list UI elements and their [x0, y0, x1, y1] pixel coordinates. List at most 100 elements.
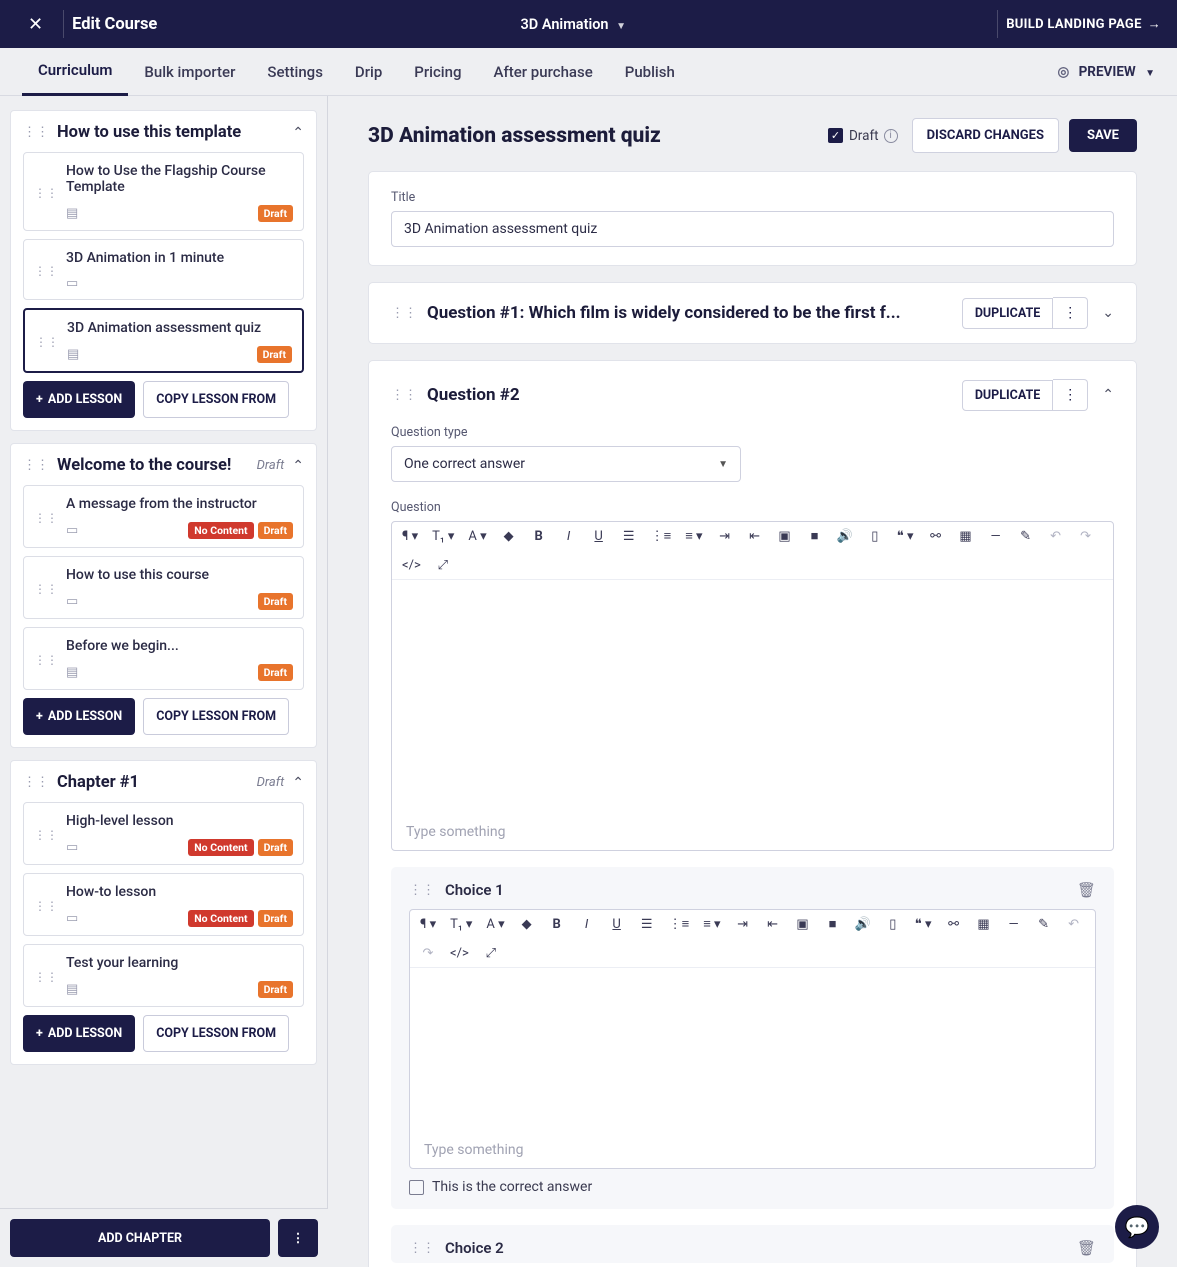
color-icon[interactable]: A ▾ — [468, 529, 486, 544]
file-icon[interactable]: ▯ — [885, 917, 901, 932]
heading-icon[interactable]: T₁ ▾ — [450, 917, 472, 932]
grip-icon[interactable]: ⋮⋮ — [23, 775, 49, 790]
grip-icon[interactable]: ⋮⋮ — [23, 125, 49, 140]
video-icon[interactable]: ■ — [825, 916, 841, 932]
link-icon[interactable]: ⚯ — [946, 917, 962, 932]
add-lesson-button[interactable]: +ADD LESSON — [23, 698, 135, 735]
course-selector[interactable]: 3D Animation ▼ — [157, 16, 989, 33]
grip-icon[interactable]: ⋮⋮ — [23, 458, 49, 473]
trash-icon[interactable]: 🗑 — [1077, 881, 1096, 899]
color-icon[interactable]: A ▾ — [486, 917, 504, 932]
build-landing-page-button[interactable]: BUILD LANDING PAGE→ — [1006, 16, 1161, 32]
audio-icon[interactable]: 🔊 — [855, 917, 871, 932]
lesson-item[interactable]: ⋮⋮High-level lesson▭No ContentDraft — [23, 802, 304, 865]
bold-icon[interactable]: B — [531, 529, 547, 544]
grip-icon[interactable]: ⋮⋮ — [391, 388, 417, 403]
highlight-icon[interactable]: ◆ — [501, 529, 517, 544]
underline-icon[interactable]: U — [609, 917, 625, 932]
undo-icon[interactable]: ↶ — [1048, 529, 1064, 544]
list-ordered-icon[interactable]: ☰ — [621, 529, 637, 544]
indent-icon[interactable]: ⇥ — [735, 917, 751, 932]
redo-icon[interactable]: ↷ — [420, 946, 436, 961]
bold-icon[interactable]: B — [549, 917, 565, 932]
copy-lesson-button[interactable]: COPY LESSON FROM — [143, 698, 289, 735]
outdent-icon[interactable]: ⇤ — [747, 529, 763, 544]
indent-icon[interactable]: ⇥ — [717, 529, 733, 544]
grip-icon[interactable]: ⋮⋮ — [35, 335, 59, 349]
underline-icon[interactable]: U — [591, 529, 607, 544]
tab-settings[interactable]: Settings — [251, 48, 339, 96]
tab-after-purchase[interactable]: After purchase — [478, 48, 609, 96]
grip-icon[interactable]: ⋮⋮ — [34, 899, 58, 913]
title-input[interactable] — [391, 211, 1114, 247]
lesson-item[interactable]: ⋮⋮Test your learning▤Draft — [23, 944, 304, 1007]
discard-button[interactable]: DISCARD CHANGES — [912, 118, 1059, 153]
grip-icon[interactable]: ⋮⋮ — [34, 582, 58, 596]
grip-icon[interactable]: ⋮⋮ — [391, 306, 417, 321]
table-icon[interactable]: ▦ — [958, 529, 974, 544]
add-chapter-button[interactable]: ADD CHAPTER — [10, 1219, 270, 1257]
heading-icon[interactable]: T₁ ▾ — [432, 529, 454, 544]
chevron-up-icon[interactable]: ⌃ — [292, 125, 304, 141]
redo-icon[interactable]: ↷ — [1078, 529, 1094, 544]
tab-bulk-importer[interactable]: Bulk importer — [128, 48, 251, 96]
quote-icon[interactable]: ❝ ▾ — [915, 917, 932, 932]
editor-textarea[interactable]: Type something — [392, 580, 1113, 850]
list-ordered-icon[interactable]: ☰ — [639, 917, 655, 932]
duplicate-button[interactable]: DUPLICATE — [962, 380, 1053, 411]
image-icon[interactable]: ▣ — [795, 917, 811, 932]
tab-drip[interactable]: Drip — [339, 48, 398, 96]
lesson-item[interactable]: ⋮⋮3D Animation in 1 minute▭ — [23, 239, 304, 300]
lesson-item[interactable]: ⋮⋮How to Use the Flagship Course Templat… — [23, 152, 304, 231]
copy-lesson-button[interactable]: COPY LESSON FROM — [143, 381, 289, 418]
list-bullet-icon[interactable]: ⋮≡ — [651, 528, 672, 544]
chevron-down-icon[interactable]: ⌄ — [1102, 305, 1114, 321]
align-icon[interactable]: ≡ ▾ — [685, 528, 702, 544]
grip-icon[interactable]: ⋮⋮ — [34, 828, 58, 842]
hr-icon[interactable]: — — [988, 529, 1004, 544]
italic-icon[interactable]: I — [579, 917, 595, 932]
paragraph-icon[interactable]: ¶ ▾ — [420, 917, 436, 932]
add-lesson-button[interactable]: +ADD LESSON — [23, 1015, 135, 1052]
align-icon[interactable]: ≡ ▾ — [703, 916, 720, 932]
outdent-icon[interactable]: ⇤ — [765, 917, 781, 932]
code-icon[interactable]: </> — [450, 946, 469, 961]
editor-textarea[interactable]: Type something — [410, 968, 1095, 1168]
add-lesson-button[interactable]: +ADD LESSON — [23, 381, 135, 418]
grip-icon[interactable]: ⋮⋮ — [409, 883, 435, 898]
paragraph-icon[interactable]: ¶ ▾ — [402, 529, 418, 544]
video-icon[interactable]: ■ — [807, 528, 823, 544]
lesson-item[interactable]: ⋮⋮How-to lesson▭No ContentDraft — [23, 873, 304, 936]
tab-publish[interactable]: Publish — [609, 48, 691, 96]
fullscreen-icon[interactable]: ⤢ — [435, 558, 451, 573]
hr-icon[interactable]: — — [1006, 917, 1022, 932]
grip-icon[interactable]: ⋮⋮ — [34, 653, 58, 667]
grip-icon[interactable]: ⋮⋮ — [34, 970, 58, 984]
close-icon[interactable]: ✕ — [16, 14, 55, 35]
question-type-select[interactable]: One correct answer ▼ — [391, 446, 741, 482]
audio-icon[interactable]: 🔊 — [837, 529, 853, 544]
tab-pricing[interactable]: Pricing — [398, 48, 477, 96]
info-icon[interactable]: i — [884, 129, 898, 143]
tab-curriculum[interactable]: Curriculum — [22, 48, 128, 96]
chevron-up-icon[interactable]: ⌃ — [1102, 387, 1114, 403]
lesson-item[interactable]: ⋮⋮A message from the instructor▭No Conte… — [23, 485, 304, 548]
clear-icon[interactable]: ✎ — [1036, 917, 1052, 932]
fullscreen-icon[interactable]: ⤢ — [483, 946, 499, 961]
italic-icon[interactable]: I — [561, 529, 577, 544]
file-icon[interactable]: ▯ — [867, 529, 883, 544]
lesson-item[interactable]: ⋮⋮How to use this course▭Draft — [23, 556, 304, 619]
lesson-item[interactable]: ⋮⋮3D Animation assessment quiz▤Draft — [23, 308, 304, 373]
image-icon[interactable]: ▣ — [777, 529, 793, 544]
add-chapter-menu-button[interactable]: ⋮ — [278, 1219, 318, 1257]
table-icon[interactable]: ▦ — [976, 917, 992, 932]
chevron-up-icon[interactable]: ⌃ — [292, 458, 304, 474]
preview-button[interactable]: ◎ PREVIEW ▼ — [1057, 64, 1155, 80]
chevron-up-icon[interactable]: ⌃ — [292, 775, 304, 791]
link-icon[interactable]: ⚯ — [928, 529, 944, 544]
grip-icon[interactable]: ⋮⋮ — [34, 511, 58, 525]
copy-lesson-button[interactable]: COPY LESSON FROM — [143, 1015, 289, 1052]
grip-icon[interactable]: ⋮⋮ — [409, 1241, 435, 1256]
grip-icon[interactable]: ⋮⋮ — [34, 264, 58, 278]
chat-fab[interactable]: 💬 — [1115, 1205, 1159, 1249]
